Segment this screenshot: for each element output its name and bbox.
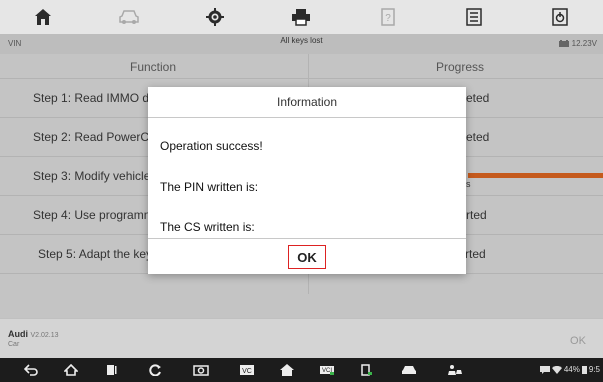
clock: 9:5 <box>588 365 600 374</box>
vci-icon[interactable]: VC <box>238 362 256 378</box>
vehicle-icon[interactable] <box>115 5 143 29</box>
battery-icon <box>558 40 569 47</box>
step-progress: rted <box>466 208 487 222</box>
wifi-icon <box>551 365 562 374</box>
dialog-message: Operation success! <box>160 139 263 153</box>
step-progress: eted <box>466 130 490 144</box>
step-function: Step 2: Read PowerC <box>33 130 150 144</box>
message-icon <box>539 365 550 374</box>
step-function: Step 3: Modify vehicle <box>33 169 151 183</box>
step-progress: eted <box>466 91 490 105</box>
vehicle-brand: Audi V2.02.13 <box>8 329 59 339</box>
top-toolbar: ? <box>0 0 603 34</box>
information-dialog: Information Operation success! The PIN w… <box>148 87 466 274</box>
fuel-icon[interactable] <box>358 362 376 378</box>
voltage-value: 12.23V <box>571 39 597 48</box>
battery-icon <box>581 366 587 374</box>
svg-text:VC: VC <box>242 368 252 375</box>
brand-name: Audi <box>8 329 28 339</box>
system-nav-bar: VC VCI 44% 9:5 <box>0 358 603 382</box>
print-icon[interactable] <box>287 5 315 29</box>
system-status: 44% 9:5 <box>539 365 600 374</box>
step-function: Step 4: Use programn <box>33 208 151 222</box>
step-progress: s <box>466 179 471 189</box>
step-function: Step 1: Read IMMO d <box>33 91 150 105</box>
ok-button-disabled[interactable]: OK <box>556 328 600 354</box>
camera-icon[interactable] <box>192 362 210 378</box>
dialog-footer: OK <box>148 238 466 274</box>
home-icon[interactable] <box>29 5 57 29</box>
help-icon[interactable]: ? <box>374 5 402 29</box>
vehicle-category: Car <box>8 341 20 348</box>
function-column-header: Function <box>130 60 177 74</box>
vehicle-info-bar: VIN All keys lost 12.23V <box>0 34 603 54</box>
software-version: V2.02.13 <box>30 332 59 339</box>
dialog-title: Information <box>148 87 466 118</box>
back-icon[interactable] <box>22 362 40 378</box>
exit-icon[interactable] <box>546 5 574 29</box>
recent-apps-icon[interactable] <box>102 362 120 378</box>
home-icon[interactable] <box>62 362 80 378</box>
progress-column-header: Progress <box>436 60 485 74</box>
diagnostics-icon[interactable]: VCI <box>318 362 336 378</box>
battery-voltage: 12.23V <box>558 39 597 48</box>
page-title: All keys lost <box>280 36 323 45</box>
bottom-status-bar: Audi V2.02.13 Car OK <box>0 318 603 359</box>
settings-icon[interactable] <box>201 5 229 29</box>
service-icon[interactable] <box>446 362 464 378</box>
car-icon[interactable] <box>400 362 418 378</box>
home-shortcut-icon[interactable] <box>278 362 296 378</box>
battery-percent: 44% <box>563 365 580 374</box>
dialog-pin-line: The PIN written is: <box>160 180 259 194</box>
table-header: Function Progress <box>0 54 603 79</box>
refresh-icon[interactable] <box>146 362 164 378</box>
svg-text:?: ? <box>385 13 391 24</box>
dialog-ok-button[interactable]: OK <box>288 245 326 269</box>
data-icon[interactable] <box>460 5 488 29</box>
progress-indicator <box>468 173 603 178</box>
dialog-cs-line: The CS written is: <box>160 220 255 234</box>
